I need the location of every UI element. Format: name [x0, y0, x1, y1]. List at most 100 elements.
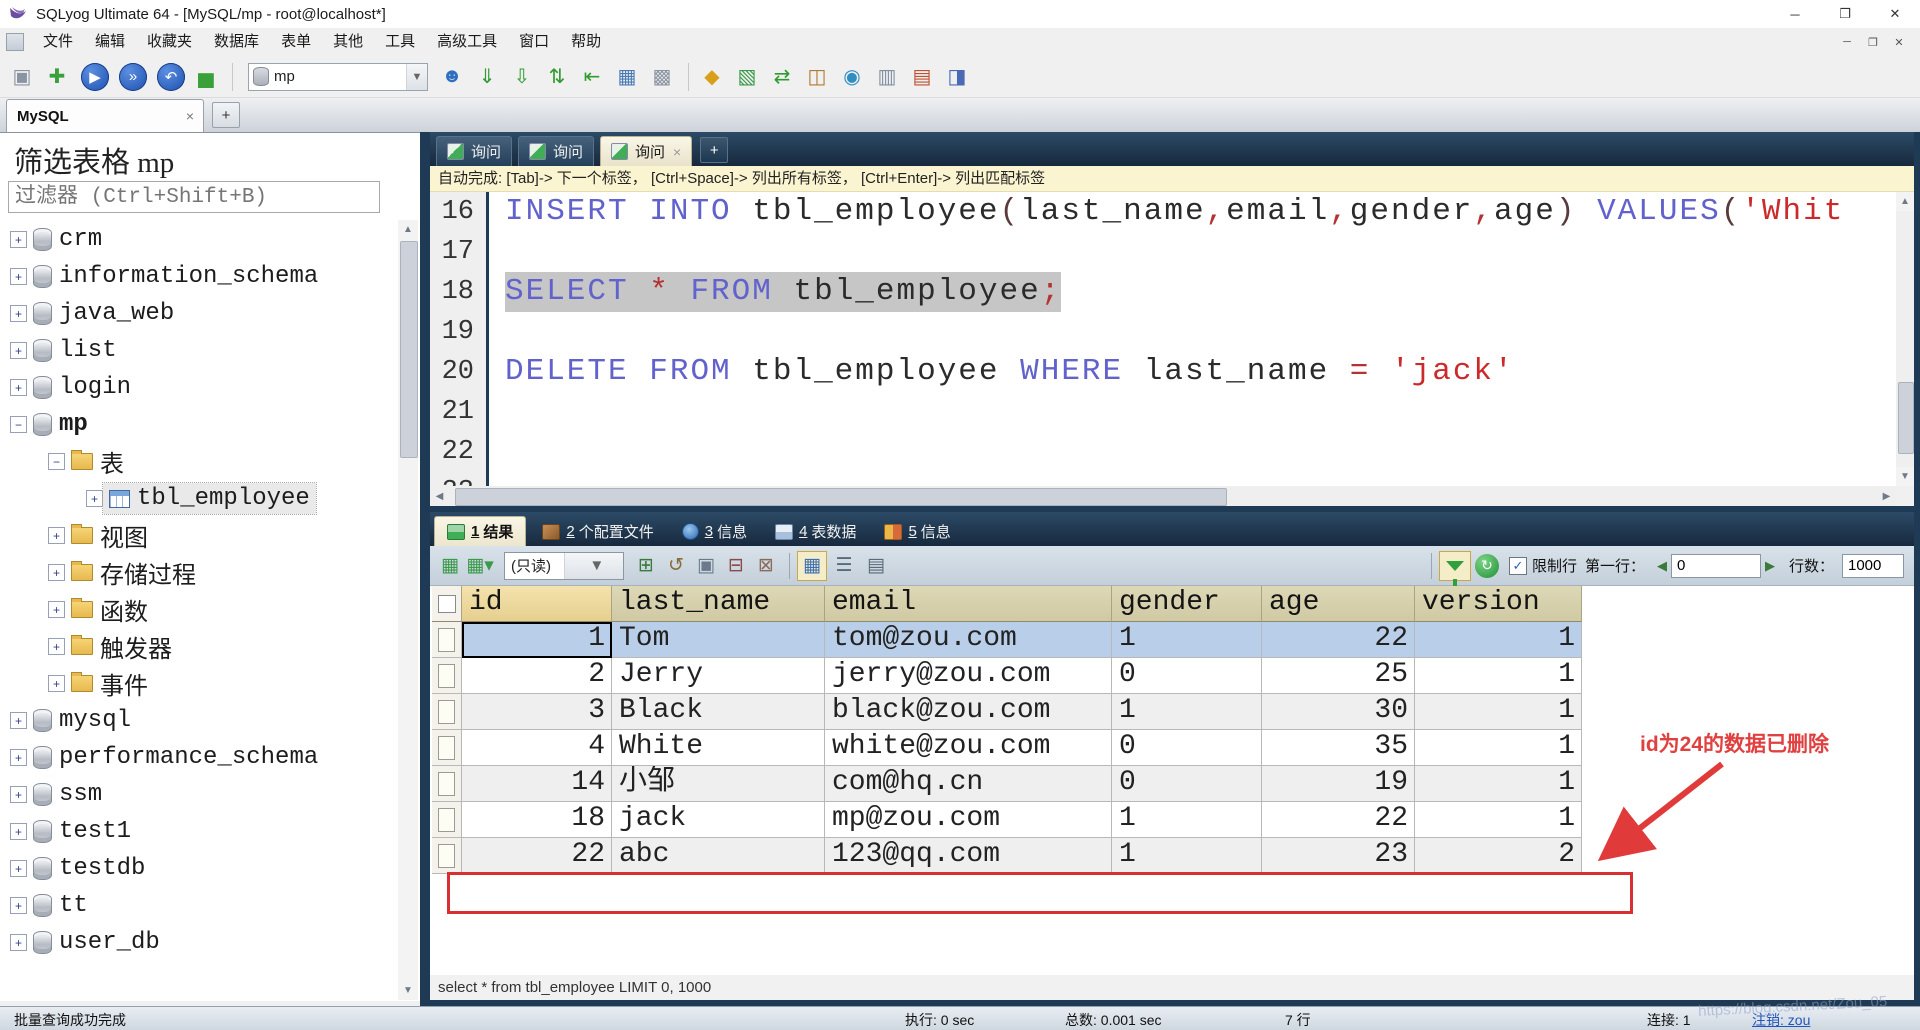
tree-item-函数[interactable]: +函数: [0, 591, 398, 628]
close-icon[interactable]: ×: [673, 144, 681, 160]
result-tab-2[interactable]: 2个配置文件: [530, 517, 665, 546]
expand-icon[interactable]: +: [10, 749, 27, 766]
tree-item-ssm[interactable]: +ssm: [0, 776, 398, 813]
text-view-icon[interactable]: ☰: [829, 551, 859, 581]
refresh-button[interactable]: ↻: [1475, 554, 1499, 578]
schema-designer-icon[interactable]: ◆: [696, 61, 728, 93]
query-tab-1[interactable]: 询问: [436, 136, 512, 166]
column-header-gender[interactable]: gender: [1112, 586, 1262, 622]
expand-icon[interactable]: +: [10, 860, 27, 877]
filter-button[interactable]: [1439, 551, 1471, 581]
row-selector-cell[interactable]: [432, 658, 462, 694]
edit-mode-select[interactable]: (只读) ▼: [504, 552, 624, 580]
tree-item-mp[interactable]: −mp: [0, 406, 398, 443]
select-all-checkbox[interactable]: [438, 595, 456, 613]
column-header-age[interactable]: age: [1262, 586, 1415, 622]
cell-age[interactable]: 22: [1262, 622, 1415, 658]
table-diagnostics-icon[interactable]: ▩: [646, 61, 678, 93]
column-header-version[interactable]: version: [1415, 586, 1582, 622]
expand-icon[interactable]: +: [48, 564, 65, 581]
row-selector-box[interactable]: [438, 808, 455, 832]
visual-data-compare-icon[interactable]: ◨: [941, 61, 973, 93]
cell-id[interactable]: 22: [462, 838, 612, 874]
tree-item-information_schema[interactable]: +information_schema: [0, 258, 398, 295]
first-row-input[interactable]: [1671, 554, 1761, 578]
first-row-increment-button[interactable]: ▶: [1765, 558, 1775, 574]
save-row-icon[interactable]: ▣: [692, 552, 720, 580]
child-window-icon[interactable]: [6, 33, 24, 51]
expand-icon[interactable]: +: [10, 379, 27, 396]
scroll-right-button[interactable]: ▶: [1877, 486, 1896, 506]
tree-item-list[interactable]: +list: [0, 332, 398, 369]
form-designer-icon[interactable]: ▤: [906, 61, 938, 93]
row-selector-box[interactable]: [438, 664, 455, 688]
slideshow-icon[interactable]: ▥: [871, 61, 903, 93]
execute-all-queries-icon[interactable]: »: [119, 63, 147, 91]
web-notification-icon[interactable]: ◉: [836, 61, 868, 93]
cell-version[interactable]: 1: [1415, 766, 1582, 802]
sidebar-scrollbar[interactable]: ▲ ▼: [398, 220, 418, 1000]
restore-database-icon[interactable]: ⇩: [506, 61, 538, 93]
cell-email[interactable]: com@hq.cn: [825, 766, 1112, 802]
tree-item-视图[interactable]: +视图: [0, 517, 398, 554]
cell-gender[interactable]: 1: [1112, 694, 1262, 730]
expand-icon[interactable]: +: [48, 601, 65, 618]
cell-email[interactable]: white@zou.com: [825, 730, 1112, 766]
query-profiler-icon[interactable]: ▅: [190, 61, 222, 93]
expand-icon[interactable]: +: [10, 823, 27, 840]
tree-item-存储过程[interactable]: +存储过程: [0, 554, 398, 591]
expand-icon[interactable]: +: [48, 675, 65, 692]
refresh-query-icon[interactable]: ↶: [157, 63, 185, 91]
table-filter-input[interactable]: [8, 181, 380, 213]
cell-version[interactable]: 2: [1415, 838, 1582, 874]
cell-version[interactable]: 1: [1415, 622, 1582, 658]
select-all-cell[interactable]: [432, 586, 462, 622]
collapse-icon[interactable]: −: [48, 453, 65, 470]
mdi-restore-button[interactable]: ❐: [1860, 32, 1886, 52]
menu-item-编辑[interactable]: 编辑: [84, 28, 136, 56]
cell-last_name[interactable]: Tom: [612, 622, 825, 658]
menu-item-其他[interactable]: 其他: [322, 28, 374, 56]
editor-vertical-scrollbar[interactable]: ▲ ▼: [1896, 192, 1914, 486]
collapse-icon[interactable]: −: [10, 416, 27, 433]
cell-last_name[interactable]: 小邹: [612, 766, 825, 802]
add-row-icon[interactable]: ⊞: [632, 552, 660, 580]
grid-view-icon[interactable]: ▦: [797, 551, 827, 581]
menu-item-数据库[interactable]: 数据库: [203, 28, 270, 56]
new-query-tab-button[interactable]: +: [700, 137, 728, 163]
result-tab-4[interactable]: 4表数据: [763, 517, 868, 546]
cell-id[interactable]: 1: [462, 622, 612, 658]
result-tab-5[interactable]: 5信息: [872, 517, 962, 546]
cell-id[interactable]: 3: [462, 694, 612, 730]
close-button[interactable]: ✕: [1870, 0, 1920, 28]
copy-table-icon[interactable]: ▦: [611, 61, 643, 93]
sql-editor[interactable]: 16INSERT INTO tbl_employee(last_name,ema…: [430, 192, 1896, 486]
cell-age[interactable]: 25: [1262, 658, 1415, 694]
cell-email[interactable]: mp@zou.com: [825, 802, 1112, 838]
export-resultset-icon[interactable]: ▦: [436, 552, 464, 580]
tree-item-user_db[interactable]: +user_db: [0, 924, 398, 961]
cell-age[interactable]: 19: [1262, 766, 1415, 802]
cancel-edit-icon[interactable]: ⊠: [752, 552, 780, 580]
cell-gender[interactable]: 0: [1112, 658, 1262, 694]
scroll-left-button[interactable]: ◀: [430, 486, 449, 506]
expand-icon[interactable]: +: [10, 934, 27, 951]
execute-query-icon[interactable]: ▶: [81, 63, 109, 91]
scroll-down-button[interactable]: ▼: [398, 981, 418, 1000]
tree-item-performance_schema[interactable]: +performance_schema: [0, 739, 398, 776]
cell-version[interactable]: 1: [1415, 694, 1582, 730]
menu-item-收藏夹[interactable]: 收藏夹: [136, 28, 203, 56]
connection-manager-icon[interactable]: ▣: [6, 61, 38, 93]
cell-id[interactable]: 4: [462, 730, 612, 766]
row-selector-box[interactable]: [438, 772, 455, 796]
connection-tab-close-icon[interactable]: ×: [186, 108, 203, 124]
expand-icon[interactable]: +: [10, 897, 27, 914]
cell-gender[interactable]: 0: [1112, 730, 1262, 766]
expand-icon[interactable]: +: [86, 490, 103, 507]
tree-item-事件[interactable]: +事件: [0, 665, 398, 702]
cell-version[interactable]: 1: [1415, 658, 1582, 694]
maximize-button[interactable]: ❐: [1820, 0, 1870, 28]
cell-version[interactable]: 1: [1415, 802, 1582, 838]
query-tab-2[interactable]: 询问: [518, 136, 594, 166]
menu-item-文件[interactable]: 文件: [32, 28, 84, 56]
